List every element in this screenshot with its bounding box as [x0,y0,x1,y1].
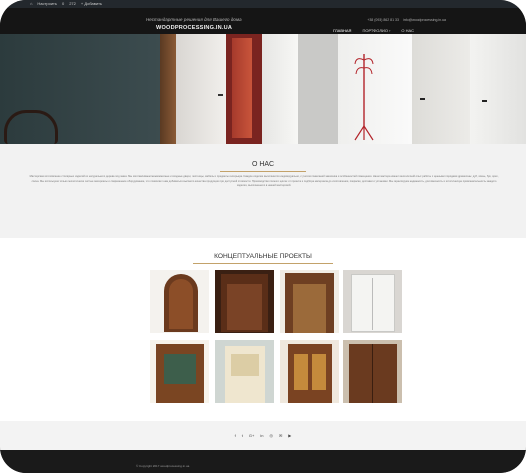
nav-item-portfolio[interactable]: ПОРТФОЛИО › [362,28,390,33]
hero-banner [0,34,526,144]
admin-home-icon[interactable]: ⌂ [30,0,32,8]
copyright-text: © Copyright 2017 woodprocessing.in.ua [136,464,190,468]
instagram-icon[interactable]: ◎ [269,433,273,438]
door-handle [420,98,425,100]
project-tile-white-door[interactable] [343,270,402,333]
footer-bar: © Copyright 2017 woodprocessing.in.ua [0,450,526,473]
google-plus-icon[interactable]: G+ [249,433,254,438]
email-address[interactable]: info@woodprocessing.in.ua [403,18,446,22]
hero-door-grey [298,34,338,144]
about-text: Мастерская изготовление столярных издели… [29,175,499,187]
projects-section: КОНЦЕПТУАЛЬНЫЕ ПРОЕКТЫ [0,238,526,421]
project-tile-portal-door[interactable] [280,270,339,333]
about-section: О НАС Мастерская изготовление столярных … [0,144,526,238]
nav-item-home[interactable]: ГЛАВНАЯ [333,28,351,33]
facebook-icon[interactable]: f [235,433,236,438]
door-handle [482,100,487,102]
hero-door-light [176,34,226,144]
site-tagline: Нестандартные решения для Вашего дома [146,17,242,22]
linkedin-icon[interactable]: in [260,433,263,438]
project-tile-arched-door[interactable] [150,270,209,333]
hero-coatstand-image [354,54,374,141]
nav-item-about[interactable]: О НАС [401,28,414,33]
hero-door-white [262,34,298,144]
social-links: f t G+ in ◎ ✉ ▶ [0,421,526,450]
door-panel [232,38,252,138]
twitter-icon[interactable]: t [242,433,243,438]
admin-customize[interactable]: Настроить [37,0,57,8]
email-icon[interactable]: ✉ [279,433,282,438]
admin-updates-count[interactable]: 0 [62,0,64,8]
project-tile-glass-door[interactable] [150,340,209,403]
project-tile-double-door[interactable] [343,340,402,403]
hero-door-wood [160,34,176,144]
about-title: О НАС [251,161,274,168]
door-handle [218,94,223,96]
hero-door-whiteright [470,34,526,144]
project-tile-cream-door[interactable] [215,340,274,403]
header-contacts: +38 (093) 862 81 33 info@woodprocessing.… [367,18,446,22]
hero-door-red [226,34,262,144]
admin-add-new[interactable]: + Добавить [81,0,102,8]
site-header: Нестандартные решения для Вашего дома WO… [0,8,526,34]
browser-frame: ⌂ Настроить 0 272 + Добавить Нестандартн… [0,0,526,473]
hero-door-beige [412,34,470,144]
project-tile-carved-door[interactable] [215,270,274,333]
about-divider [220,171,306,172]
site-logo[interactable]: WOODPROCESSING.IN.UA [156,25,232,31]
projects-title: КОНЦЕПТУАЛЬНЫЕ ПРОЕКТЫ [214,253,312,260]
hero-chair-image [4,110,58,144]
project-tile-stained-glass-door[interactable] [280,340,339,403]
projects-divider [193,263,333,264]
admin-comments-count[interactable]: 272 [69,0,76,8]
admin-bar: ⌂ Настроить 0 272 + Добавить [0,0,526,8]
main-nav: ГЛАВНАЯ ПОРТФОЛИО › О НАС [333,28,414,33]
phone-number[interactable]: +38 (093) 862 81 33 [367,18,399,22]
youtube-icon[interactable]: ▶ [288,433,291,438]
